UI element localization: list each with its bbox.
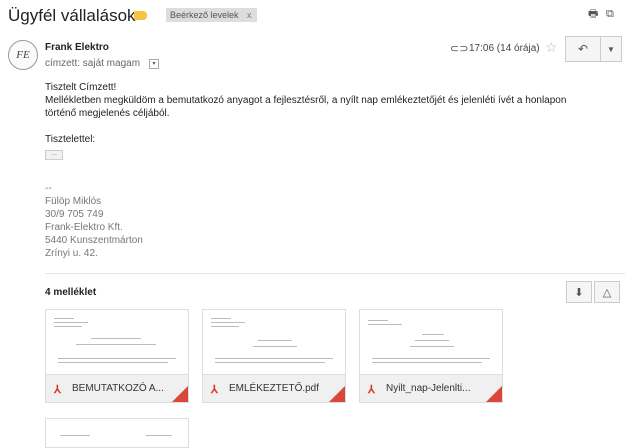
show-trimmed-button[interactable]: ... xyxy=(45,150,63,160)
more-actions-button[interactable]: ▼ xyxy=(600,36,622,62)
save-to-drive-button[interactable]: △ xyxy=(594,281,620,303)
attachments-title: 4 melléklet xyxy=(45,287,97,298)
body-line: Mellékletben megküldöm a bemutatkozó any… xyxy=(45,95,567,106)
message-body: Tisztelt Címzett! Mellékletben megküldöm… xyxy=(45,81,625,146)
chevron-down-icon: ▼ xyxy=(607,44,615,54)
body-line: Tisztelt Címzett! xyxy=(45,82,117,93)
recipient-details-icon[interactable]: ▾ xyxy=(149,59,159,69)
reply-icon: ↶ xyxy=(577,42,589,56)
sender-avatar: FE xyxy=(8,40,38,70)
label-tag-icon xyxy=(134,11,147,20)
attachment-preview xyxy=(203,310,345,376)
pdf-corner-icon xyxy=(486,386,502,402)
attachment-card[interactable]: ⅄ EMLÉKEZTETŐ.pdf xyxy=(202,309,346,403)
pdf-corner-icon xyxy=(172,386,188,402)
signature-line: -- xyxy=(45,183,52,194)
attachment-name: EMLÉKEZTETŐ.pdf xyxy=(229,383,320,394)
attachment-preview xyxy=(360,310,502,376)
message-time: 17:06 (14 órája) xyxy=(469,43,540,54)
new-window-icon[interactable]: ⧉ xyxy=(606,9,617,20)
recipient-line: címzett: saját magam xyxy=(45,58,141,69)
drive-icon: △ xyxy=(602,286,612,299)
pdf-icon: ⅄ xyxy=(368,384,375,396)
inbox-label-text: Beérkező levelek xyxy=(170,10,239,20)
email-subject: Ügyfél vállalások xyxy=(8,6,136,25)
signature-line: 5440 Kunszentmárton xyxy=(45,235,143,246)
signature-line: Fülöp Miklós xyxy=(45,196,102,207)
signature-line: Frank-Elektro Kft. xyxy=(45,222,123,233)
body-line: történő megjelenés céljából. xyxy=(45,108,170,119)
signature-line: 30/9 705 749 xyxy=(45,209,104,220)
body-line: Tisztelettel: xyxy=(45,134,96,145)
attachment-name: Nyilt_nap-Jelenlti... xyxy=(386,383,471,394)
signature: -- Fülöp Miklós 30/9 705 749 Frank-Elekt… xyxy=(45,182,143,260)
sender-name[interactable]: Frank Elektro xyxy=(45,42,109,53)
signature-line: Zrínyi u. 42. xyxy=(45,248,98,259)
attachment-clip-icon: ⊂⊃ xyxy=(450,43,469,55)
attachment-card[interactable]: ⅄ Nyilt_nap-Jelenlti... xyxy=(359,309,503,403)
pdf-icon: ⅄ xyxy=(211,384,218,396)
inbox-label-chip[interactable]: Beérkező levelek x xyxy=(166,8,257,22)
star-icon[interactable]: ☆ xyxy=(545,39,558,56)
download-all-button[interactable]: ⬇ xyxy=(566,281,592,303)
attachment-card[interactable]: ⅄ BEMUTATKOZÓ A... xyxy=(45,309,189,403)
reply-button[interactable]: ↶ xyxy=(565,36,601,62)
body-line xyxy=(45,120,625,133)
chip-close-icon[interactable]: x xyxy=(247,8,252,22)
download-icon: ⬇ xyxy=(574,286,584,299)
pdf-corner-icon xyxy=(329,386,345,402)
attachment-preview xyxy=(46,310,188,376)
pdf-icon: ⅄ xyxy=(54,384,61,396)
divider xyxy=(45,273,625,274)
print-icon[interactable]: 🖶 xyxy=(588,9,599,20)
attachment-name: BEMUTATKOZÓ A... xyxy=(72,383,164,394)
